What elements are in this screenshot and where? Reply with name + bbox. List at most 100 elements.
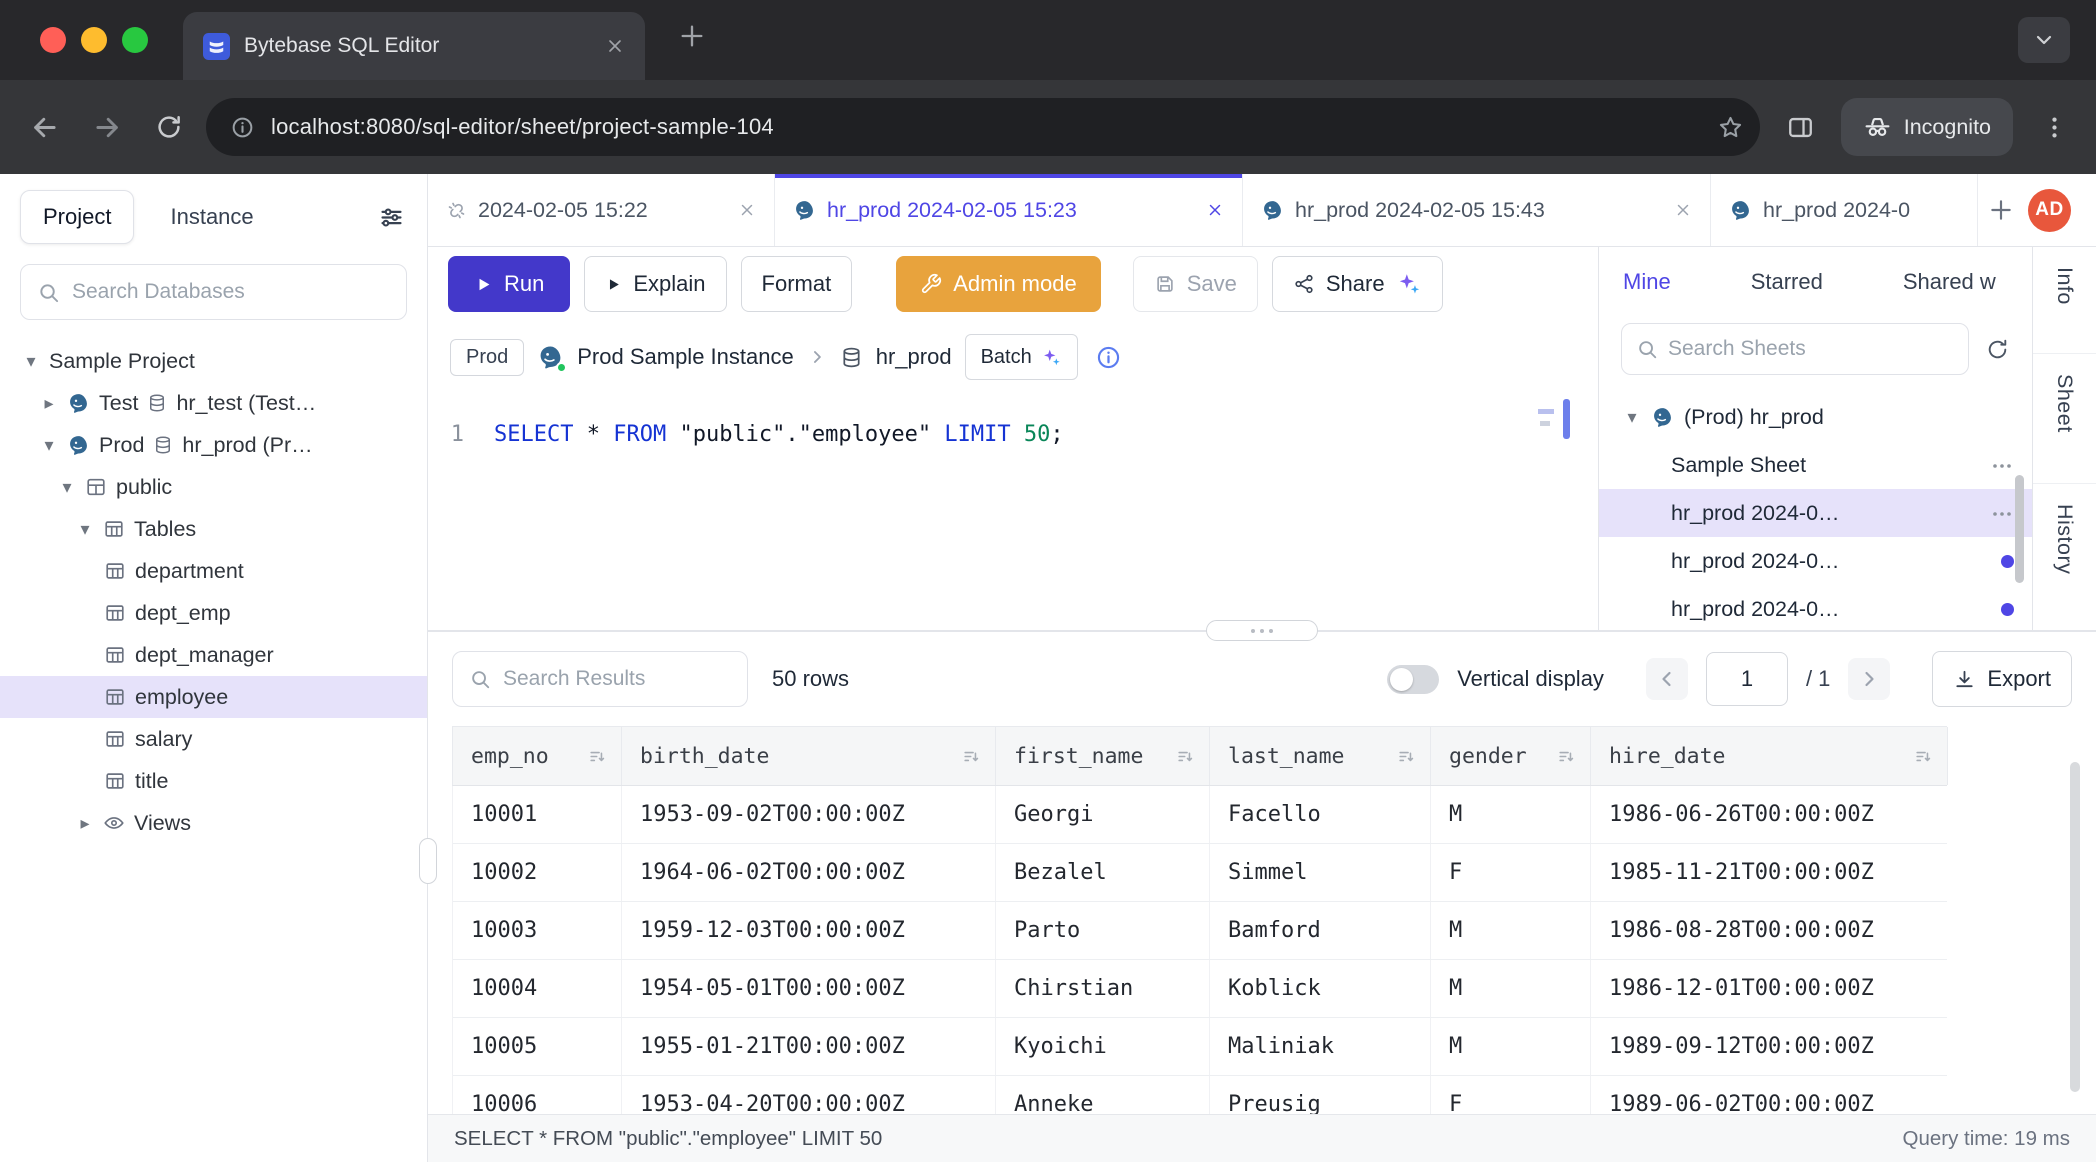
sheet-item[interactable]: hr_prod 2024-0…	[1599, 537, 2032, 585]
table-cell[interactable]: Chirstian	[996, 960, 1210, 1017]
reload-button[interactable]	[154, 112, 184, 142]
sheet-item-selected[interactable]: hr_prod 2024-0…	[1599, 489, 2032, 537]
table-cell[interactable]: 10001	[453, 786, 622, 843]
table-cell[interactable]: M	[1431, 1018, 1591, 1075]
sql-code[interactable]: SELECT * FROM "public"."employee" LIMIT …	[494, 413, 1064, 457]
tree-item-department[interactable]: department	[0, 550, 427, 592]
table-cell[interactable]: 10002	[453, 844, 622, 901]
prev-page-button[interactable]	[1646, 658, 1688, 700]
sheet-item-sample-sheet[interactable]: Sample Sheet	[1599, 441, 2032, 489]
more-menu-icon[interactable]	[1990, 500, 2014, 525]
tree-item-schema-public[interactable]: public	[0, 466, 427, 508]
sort-icon[interactable]	[1176, 747, 1195, 766]
url-text[interactable]: localhost:8080/sql-editor/sheet/project-…	[271, 114, 1701, 140]
batch-button[interactable]: Batch	[965, 334, 1078, 380]
table-cell[interactable]: 1986-12-01T00:00:00Z	[1591, 960, 1947, 1017]
tab-info[interactable]: Info	[2033, 247, 2096, 354]
tab-instance[interactable]: Instance	[170, 204, 253, 230]
table-cell[interactable]: 1989-09-12T00:00:00Z	[1591, 1018, 1947, 1075]
chevron-down-icon[interactable]	[76, 520, 94, 538]
table-cell[interactable]: 1989-06-02T00:00:00Z	[1591, 1076, 1947, 1114]
tab-starred[interactable]: Starred	[1751, 269, 1823, 295]
sql-editor[interactable]: 1 SELECT * FROM "public"."employee" LIMI…	[428, 393, 1598, 630]
format-button[interactable]: Format	[741, 256, 853, 312]
table-cell[interactable]: Georgi	[996, 786, 1210, 843]
horizontal-resize-handle[interactable]	[1206, 620, 1318, 641]
back-button[interactable]	[28, 111, 61, 144]
table-cell[interactable]: 1959-12-03T00:00:00Z	[622, 902, 996, 959]
table-cell[interactable]: 1955-01-21T00:00:00Z	[622, 1018, 996, 1075]
table-cell[interactable]: 10003	[453, 902, 622, 959]
table-cell[interactable]: 1986-08-28T00:00:00Z	[1591, 902, 1947, 959]
table-cell[interactable]: Maliniak	[1210, 1018, 1431, 1075]
table-cell[interactable]: Koblick	[1210, 960, 1431, 1017]
table-cell[interactable]: 1985-11-21T00:00:00Z	[1591, 844, 1947, 901]
table-cell[interactable]: Anneke	[996, 1076, 1210, 1114]
chevron-down-icon[interactable]	[58, 478, 76, 496]
save-button[interactable]: Save	[1133, 256, 1258, 312]
search-sheets-input[interactable]	[1668, 337, 1954, 361]
database-search[interactable]	[20, 264, 407, 320]
export-button[interactable]: Export	[1932, 651, 2072, 707]
column-header-gender[interactable]: gender	[1431, 727, 1591, 785]
chevron-right-icon[interactable]	[76, 814, 94, 832]
tab-history[interactable]: History	[2033, 484, 2096, 630]
table-cell[interactable]: 10005	[453, 1018, 622, 1075]
sort-icon[interactable]	[588, 747, 607, 766]
tree-item-salary[interactable]: salary	[0, 718, 427, 760]
column-header-last-name[interactable]: last_name	[1210, 727, 1431, 785]
next-page-button[interactable]	[1848, 658, 1890, 700]
url-bar[interactable]: localhost:8080/sql-editor/sheet/project-…	[206, 98, 1760, 156]
search-results-input[interactable]	[503, 667, 774, 691]
sheet-item[interactable]: hr_prod 2024-0…	[1599, 585, 2032, 630]
explain-button[interactable]: Explain	[584, 256, 726, 312]
instance-name[interactable]: Prod Sample Instance	[577, 344, 793, 370]
tab-search-button[interactable]	[2018, 17, 2070, 63]
user-avatar[interactable]: AD	[2028, 189, 2071, 232]
database-name[interactable]: hr_prod	[876, 344, 952, 370]
table-cell[interactable]: M	[1431, 960, 1591, 1017]
table-cell[interactable]: Preusig	[1210, 1076, 1431, 1114]
sheets-scrollbar[interactable]	[2015, 475, 2024, 583]
tree-item-sample-project[interactable]: Sample Project	[0, 340, 427, 382]
table-cell[interactable]: Bezalel	[996, 844, 1210, 901]
tree-item-test-environment[interactable]: Test hr_test (Test…	[0, 382, 427, 424]
table-cell[interactable]: 1986-06-26T00:00:00Z	[1591, 786, 1947, 843]
new-tab-button[interactable]	[678, 22, 706, 50]
editor-tab-1[interactable]: 2024-02-05 15:22	[428, 174, 775, 246]
tree-item-dept-manager[interactable]: dept_manager	[0, 634, 427, 676]
table-cell[interactable]: M	[1431, 786, 1591, 843]
chevron-right-icon[interactable]	[40, 394, 58, 412]
sidebar-resize-handle[interactable]	[419, 838, 437, 884]
side-panel-icon[interactable]	[1786, 113, 1815, 142]
results-scrollbar[interactable]	[2070, 762, 2080, 1092]
search-databases-input[interactable]	[72, 280, 390, 304]
close-icon[interactable]	[1206, 201, 1224, 219]
sort-icon[interactable]	[962, 747, 981, 766]
info-icon[interactable]	[1095, 344, 1122, 371]
more-menu-icon[interactable]	[1990, 452, 2014, 477]
tree-item-views[interactable]: Views	[0, 802, 427, 844]
tab-shared[interactable]: Shared w	[1903, 269, 1996, 295]
sheets-search[interactable]	[1621, 323, 1969, 375]
bookmark-star-icon[interactable]	[1717, 114, 1744, 141]
editor-tab-4[interactable]: hr_prod 2024-0	[1711, 174, 1978, 246]
zoom-window-button[interactable]	[122, 27, 148, 53]
page-number-input[interactable]	[1706, 652, 1788, 706]
editor-tab-3[interactable]: hr_prod 2024-02-05 15:43	[1243, 174, 1711, 246]
sort-icon[interactable]	[1914, 747, 1933, 766]
code-line[interactable]: 1 SELECT * FROM "public"."employee" LIMI…	[428, 393, 1598, 457]
site-info-icon[interactable]	[230, 115, 255, 140]
table-cell[interactable]: F	[1431, 844, 1591, 901]
tree-item-tables[interactable]: Tables	[0, 508, 427, 550]
results-search[interactable]	[452, 651, 748, 707]
column-header-first-name[interactable]: first_name	[996, 727, 1210, 785]
tab-sheet[interactable]: Sheet	[2033, 354, 2096, 484]
table-cell[interactable]: F	[1431, 1076, 1591, 1114]
tree-item-dept-emp[interactable]: dept_emp	[0, 592, 427, 634]
table-cell[interactable]: Bamford	[1210, 902, 1431, 959]
ai-sparkle-icon[interactable]	[1396, 271, 1422, 297]
tab-project[interactable]: Project	[20, 190, 134, 244]
column-header-emp-no[interactable]: emp_no	[453, 727, 622, 785]
close-icon[interactable]	[738, 201, 756, 219]
